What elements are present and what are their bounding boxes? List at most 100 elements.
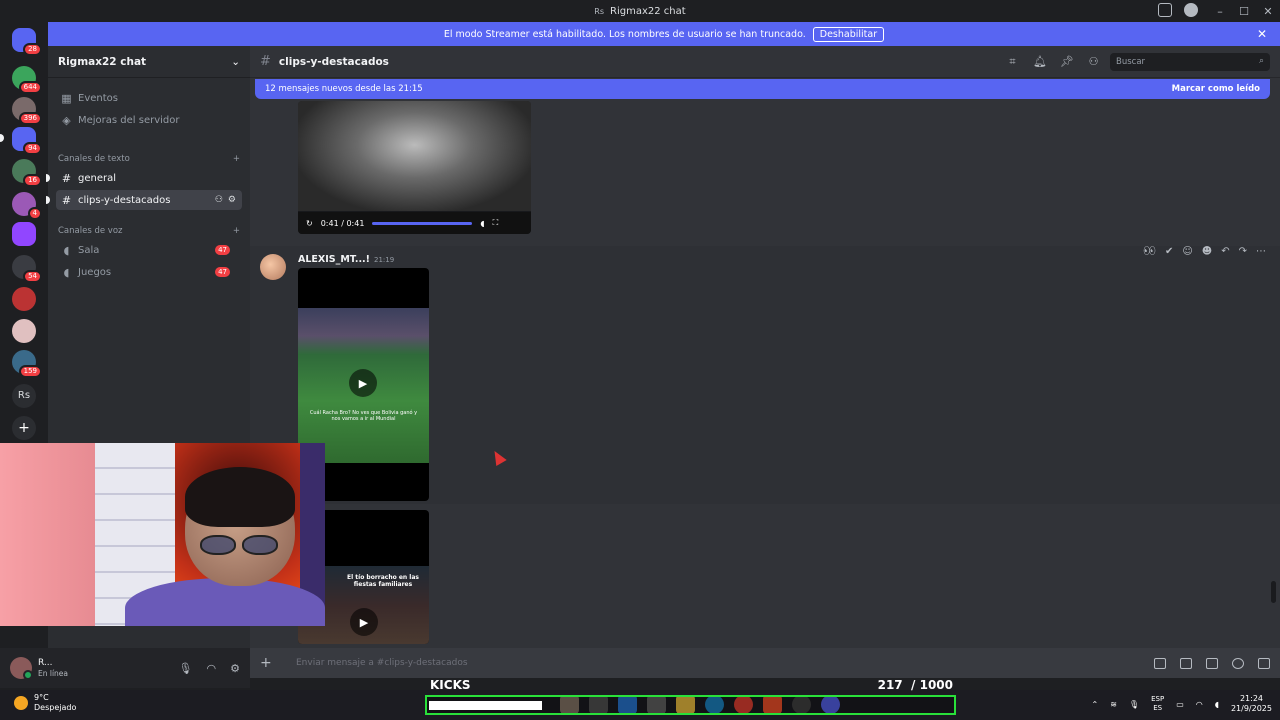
network-icon[interactable]: ≋ [1110,700,1117,709]
close-icon[interactable]: ✕ [1256,5,1280,18]
server-badge: 4 [27,207,42,220]
chevron-down-icon: ⌄ [231,55,240,68]
search-icon: ⌕ [1258,56,1264,66]
server-icon[interactable]: 54 [12,255,42,283]
webcam-overlay [0,443,325,626]
display-icon[interactable]: ▭ [1176,700,1184,709]
play-icon[interactable]: ▶ [350,608,378,636]
check-reaction-icon[interactable]: ✔ [1165,246,1173,257]
add-channel-icon[interactable]: + [233,154,240,164]
play-icon[interactable]: ▶ [349,369,377,397]
window-title: Rigmax22 chat [610,5,686,17]
add-reaction-icon[interactable]: ☻ [1202,246,1212,257]
channel-general[interactable]: # general [46,168,242,188]
server-icon-rs[interactable]: Rs [12,384,36,408]
video-player[interactable]: ↻ 0:41 / 0:41 ◖ ⛶ [298,101,531,234]
gif-icon[interactable] [1180,657,1192,669]
streamer-mode-text: El modo Streamer está habilitado. Los no… [443,28,806,40]
video-progress-bar[interactable] [372,221,473,225]
gear-icon[interactable]: ⚙ [230,662,240,675]
window-titlebar: Rs Rigmax22 chat – ☐ ✕ [0,0,1280,22]
server-badge: 54 [23,270,42,283]
microphone-icon[interactable]: 🎙︎ [1129,700,1139,709]
forward-icon[interactable]: ↷ [1239,246,1247,257]
clock[interactable]: 21:24 21/9/2025 [1231,694,1272,714]
emoji-icon[interactable] [1232,657,1244,669]
kicks-progress-fill [429,701,542,710]
more-icon[interactable]: ⋯ [1256,246,1266,257]
scrollbar[interactable] [1271,581,1276,603]
server-icon[interactable]: 159 [12,350,42,378]
message-toolbar: 👀︎ ✔ ☺ ☻ ↶ ↷ ⋯ [1143,246,1266,257]
server-icon-home[interactable]: 28 [12,28,42,56]
message[interactable]: ALEXIS_MT...! 21:19 👀︎ ✔ ☺ ☻ ↶ ↷ ⋯ ▶ Cuál… [250,246,1280,504]
server-icon[interactable] [12,319,36,343]
message-input[interactable]: Enviar mensaje a #clips-y-destacados [296,658,468,668]
volume-icon[interactable]: ◖ [480,219,484,228]
server-icon[interactable]: 396 [12,97,42,125]
add-server-icon[interactable]: + [12,416,36,440]
weather-widget[interactable]: 9°C Despejado [14,693,76,713]
avatar[interactable] [10,657,33,680]
replay-icon[interactable]: ↻ [306,219,313,228]
add-channel-icon[interactable]: + [233,226,240,236]
sidebar-item-events[interactable]: ▦ Eventos [56,88,242,108]
wifi-icon[interactable]: ◠ [1196,700,1203,709]
server-header[interactable]: Rigmax22 chat ⌄ [48,46,250,78]
boost-icon: ◈ [62,113,71,127]
server-icon[interactable]: 94 [12,127,42,155]
text-channels-category[interactable]: Canales de texto + [58,154,240,164]
reply-icon[interactable]: ↶ [1221,246,1229,257]
voice-channel-juegos[interactable]: ◖ Juegos 47 [56,262,242,282]
new-messages-bar[interactable]: 12 mensajes nuevos desde las 21:15 Marca… [255,79,1270,99]
voice-channels-category[interactable]: Canales de voz + [58,226,240,236]
language-indicator[interactable]: ESP ES [1151,695,1164,713]
twitch-server-icon[interactable] [12,222,36,246]
mark-as-read-button[interactable]: Marcar como leído [1172,84,1260,94]
server-icon[interactable] [12,287,36,311]
eyes-reaction-icon[interactable]: 👀︎ [1143,246,1156,257]
gear-icon[interactable]: ⚙ [228,195,236,205]
avatar[interactable] [260,254,286,280]
sidebar-item-boost[interactable]: ◈ Mejoras del servidor [56,110,242,130]
close-banner-icon[interactable]: ✕ [1257,27,1267,41]
server-icon[interactable]: 4 [12,192,42,220]
server-icon[interactable]: 16 [12,159,42,187]
microphone-icon[interactable]: 🎙︎ [179,662,193,675]
server-badge: 159 [18,365,42,378]
search-input[interactable]: Buscar ⌕ [1110,53,1270,71]
grin-reaction-icon[interactable]: ☺ [1182,246,1192,257]
invite-icon[interactable]: ⚇ [215,195,223,205]
threads-icon[interactable]: ⌗ [1006,55,1019,68]
volume-icon[interactable]: ◖ [1215,700,1219,709]
speaker-icon: ◖ [63,243,70,257]
channel-title: clips-y-destacados [278,55,389,68]
author-name[interactable]: ALEXIS_MT...! [298,254,370,265]
message-author[interactable]: ALEXIS_MT...! 21:19 [298,254,394,265]
activities-icon[interactable] [1258,657,1270,669]
sticker-icon[interactable] [1206,657,1218,669]
bell-icon[interactable]: 🔔︎ [1033,55,1047,68]
gift-icon[interactable] [1154,657,1166,669]
streamer-hair [185,467,295,527]
fullscreen-icon[interactable]: ⛶ [493,218,499,228]
inbox-icon[interactable] [1158,3,1172,17]
help-icon[interactable] [1184,3,1198,17]
kicks-label: KICKS [430,678,471,692]
maximize-icon[interactable]: ☐ [1232,5,1256,18]
minimize-icon[interactable]: – [1208,5,1232,18]
clock-time: 21:24 [1239,694,1264,703]
headphones-icon[interactable]: ◠ [207,662,217,675]
channel-clips-y-destacados[interactable]: # clips-y-destacados ⚇ ⚙ [46,190,242,210]
hash-icon: # [260,54,271,69]
pin-icon[interactable]: 📌︎ [1060,55,1074,68]
chevron-up-icon[interactable]: ⌃ [1092,700,1099,709]
message-composer[interactable]: + Enviar mensaje a #clips-y-destacados [250,648,1280,678]
server-icon[interactable]: 644 [12,66,42,94]
add-attachment-icon[interactable]: + [260,655,274,671]
voice-channel-sala[interactable]: ◖ Sala 47 [56,240,242,260]
hash-icon: # [61,193,72,207]
server-badge: 28 [23,43,42,56]
members-icon[interactable]: ⚇ [1087,55,1100,68]
disable-button[interactable]: Deshabilitar [812,26,885,42]
